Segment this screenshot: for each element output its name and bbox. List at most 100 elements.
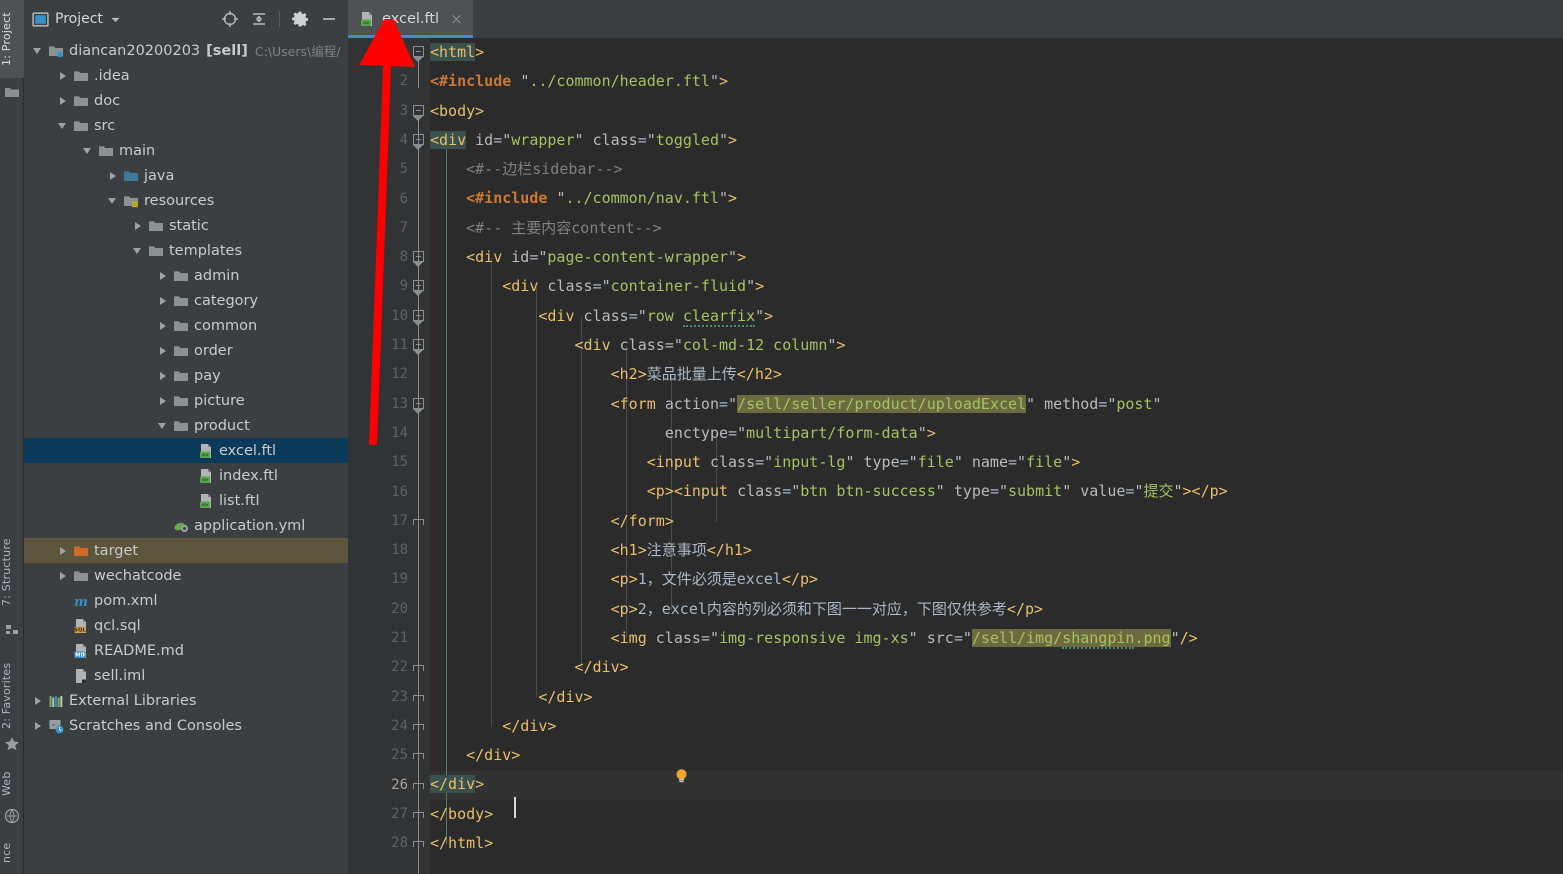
- tree-node-src[interactable]: src: [24, 113, 348, 138]
- tree-node-product[interactable]: product: [24, 413, 348, 438]
- tree-toggle-collapsed-icon[interactable]: [157, 369, 170, 382]
- tree-node-pom-xml[interactable]: m pom.xml: [24, 588, 348, 613]
- tree-node-admin[interactable]: admin: [24, 263, 348, 288]
- line-number[interactable]: 14: [348, 419, 408, 448]
- tree-toggle-collapsed-icon[interactable]: [32, 719, 45, 732]
- line-number[interactable]: 7: [348, 214, 408, 243]
- tree-toggle-expanded-icon[interactable]: [107, 194, 120, 207]
- line-number[interactable]: 12: [348, 360, 408, 389]
- code-line[interactable]: <form action="/sell/seller/product/uploa…: [430, 390, 1228, 419]
- line-number[interactable]: 23: [348, 683, 408, 712]
- tree-node-target[interactable]: target: [24, 538, 348, 563]
- code-line[interactable]: <div id="wrapper" class="toggled">: [430, 126, 1228, 155]
- line-number[interactable]: 20: [348, 595, 408, 624]
- line-number[interactable]: 17: [348, 507, 408, 536]
- tool-tab-favorites[interactable]: 2: Favorites: [0, 650, 24, 742]
- tree-node-java[interactable]: java: [24, 163, 348, 188]
- tree-node-index-ftl[interactable]: <> index.ftl: [24, 463, 348, 488]
- code-line[interactable]: <h2>菜品批量上传</h2>: [430, 360, 1228, 389]
- line-number[interactable]: 10: [348, 302, 408, 331]
- fold-marker[interactable]: [413, 104, 424, 116]
- tree-node-scratches-and-consoles[interactable]: >_ Scratches and Consoles: [24, 713, 348, 738]
- line-number[interactable]: 22: [348, 653, 408, 682]
- code-line[interactable]: <html>: [430, 38, 1228, 67]
- code-line[interactable]: <#--边栏sidebar-->: [430, 155, 1228, 184]
- chevron-down-icon[interactable]: [109, 13, 122, 26]
- tree-toggle-expanded-icon[interactable]: [82, 144, 95, 157]
- project-tree[interactable]: diancan20200203 [sell] C:\Users\编程/ .idea do…: [24, 38, 348, 874]
- editor-tab-excel-ftl[interactable]: <> excel.ftl ×: [348, 0, 473, 38]
- code-line[interactable]: <img class="img-responsive img-xs" src="…: [430, 624, 1228, 653]
- tree-toggle-collapsed-icon[interactable]: [32, 694, 45, 707]
- tree-toggle-expanded-icon[interactable]: [32, 44, 45, 57]
- code-line[interactable]: <p><input class="btn btn-success" type="…: [430, 477, 1228, 506]
- hide-window-icon[interactable]: [320, 10, 338, 28]
- tool-tab-web[interactable]: Web: [0, 762, 24, 806]
- line-number[interactable]: 2: [348, 67, 408, 96]
- tree-node-templates[interactable]: templates: [24, 238, 348, 263]
- line-number[interactable]: 9: [348, 272, 408, 301]
- fold-marker[interactable]: [413, 46, 424, 57]
- tree-node-excel-ftl[interactable]: <> excel.ftl: [24, 438, 348, 463]
- line-number[interactable]: 18: [348, 536, 408, 565]
- tree-toggle-collapsed-icon[interactable]: [157, 269, 170, 282]
- code-line[interactable]: <body>: [430, 97, 1228, 126]
- line-number[interactable]: 27: [348, 800, 408, 829]
- tree-node-pay[interactable]: pay: [24, 363, 348, 388]
- line-number[interactable]: 5: [348, 155, 408, 184]
- code-line[interactable]: </form>: [430, 507, 1228, 536]
- code-line[interactable]: <div class="row clearfix">: [430, 302, 1228, 331]
- code-line[interactable]: </div>: [430, 741, 1228, 770]
- tree-node--idea[interactable]: .idea: [24, 63, 348, 88]
- line-number[interactable]: 16: [348, 478, 408, 507]
- tree-node-application-yml[interactable]: application.yml: [24, 513, 348, 538]
- tree-node-doc[interactable]: doc: [24, 88, 348, 113]
- code-line[interactable]: <input class="input-lg" type="file" name…: [430, 448, 1228, 477]
- code-line[interactable]: <p>1，文件必须是excel</p>: [430, 565, 1228, 594]
- line-number[interactable]: 19: [348, 565, 408, 594]
- code-line[interactable]: </div>: [430, 712, 1228, 741]
- tree-toggle-collapsed-icon[interactable]: [57, 94, 70, 107]
- code-line[interactable]: <#include "../common/nav.ftl">: [430, 184, 1228, 213]
- tree-toggle-expanded-icon[interactable]: [157, 419, 170, 432]
- tree-node-resources[interactable]: resources: [24, 188, 348, 213]
- line-number[interactable]: 1: [348, 38, 408, 67]
- code-line[interactable]: <#-- 主要内容content-->: [430, 214, 1228, 243]
- tree-toggle-collapsed-icon[interactable]: [57, 569, 70, 582]
- line-number[interactable]: 28: [348, 829, 408, 858]
- settings-gear-icon[interactable]: [291, 10, 309, 28]
- code-line[interactable]: </div>: [430, 770, 1228, 799]
- code-line[interactable]: <div class="container-fluid">: [430, 272, 1228, 301]
- code-editor[interactable]: 1 2 3 4 5 6 7 8 9 10 11 12 13 14 15 16 17 18 19 20 21 22 23 24 2…: [348, 38, 1563, 874]
- code-line[interactable]: </div>: [430, 683, 1228, 712]
- tree-node-sell-iml[interactable]: sell.iml: [24, 663, 348, 688]
- tree-toggle-collapsed-icon[interactable]: [157, 344, 170, 357]
- tree-node-order[interactable]: order: [24, 338, 348, 363]
- line-number-gutter[interactable]: 1 2 3 4 5 6 7 8 9 10 11 12 13 14 15 16 17 18 19 20 21 22 23 24 2…: [348, 38, 430, 874]
- line-number[interactable]: 25: [348, 741, 408, 770]
- tool-tab-persistence[interactable]: nce: [0, 832, 24, 874]
- line-number[interactable]: 6: [348, 185, 408, 214]
- tree-node-picture[interactable]: picture: [24, 388, 348, 413]
- tree-node-wechatcode[interactable]: wechatcode: [24, 563, 348, 588]
- tree-toggle-expanded-icon[interactable]: [132, 244, 145, 257]
- line-number[interactable]: 26: [348, 771, 408, 800]
- line-number[interactable]: 4: [348, 126, 408, 155]
- line-number[interactable]: 8: [348, 243, 408, 272]
- code-line[interactable]: <div id="page-content-wrapper">: [430, 243, 1228, 272]
- line-number[interactable]: 15: [348, 448, 408, 477]
- code-line[interactable]: </div>: [430, 653, 1228, 682]
- tree-toggle-expanded-icon[interactable]: [57, 119, 70, 132]
- tree-node-common[interactable]: common: [24, 313, 348, 338]
- tree-toggle-collapsed-icon[interactable]: [157, 394, 170, 407]
- tool-tab-project[interactable]: 1: Project: [0, 0, 24, 78]
- line-number[interactable]: 13: [348, 390, 408, 419]
- tree-toggle-collapsed-icon[interactable]: [57, 544, 70, 557]
- code-line[interactable]: </html>: [430, 829, 1228, 858]
- code-content[interactable]: <html> <#include "../common/header.ftl"> <…: [430, 38, 1563, 874]
- tree-toggle-collapsed-icon[interactable]: [157, 319, 170, 332]
- source-code[interactable]: <html> <#include "../common/header.ftl"> <…: [430, 38, 1228, 858]
- tree-node-static[interactable]: static: [24, 213, 348, 238]
- code-line[interactable]: <div class="col-md-12 column">: [430, 331, 1228, 360]
- code-line[interactable]: <h1>注意事项</h1>: [430, 536, 1228, 565]
